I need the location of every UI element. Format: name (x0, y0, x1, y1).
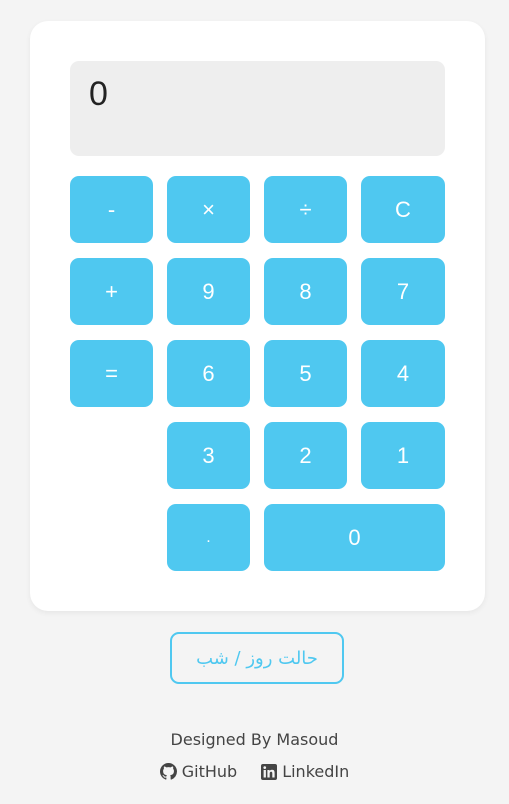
linkedin-link[interactable]: LinkedIn (261, 762, 349, 781)
equals-button[interactable]: = (70, 340, 153, 407)
linkedin-link-label: LinkedIn (282, 762, 350, 781)
github-link[interactable]: GitHub (159, 762, 238, 781)
digit-0-button[interactable]: 0 (264, 504, 445, 571)
digit-5-button[interactable]: 5 (264, 340, 347, 407)
multiply-button[interactable]: × (167, 176, 250, 243)
calculator-card: 0 - × ÷ C + 9 8 7 = 6 5 4 3 2 1 . 0 (30, 21, 485, 611)
github-icon (159, 763, 177, 780)
minus-button[interactable]: - (70, 176, 153, 243)
digit-1-button[interactable]: 1 (361, 422, 445, 489)
day-night-toggle-button[interactable]: حالت روز / شب (170, 632, 344, 684)
designer-credit: Designed By Masoud (170, 730, 339, 749)
calculator-display: 0 (70, 61, 445, 156)
linkedin-icon (261, 763, 278, 780)
digit-9-button[interactable]: 9 (167, 258, 250, 325)
decimal-point-button[interactable]: . (167, 504, 250, 571)
footer-links: GitHub LinkedIn (0, 762, 509, 781)
digit-6-button[interactable]: 6 (167, 340, 250, 407)
digit-7-button[interactable]: 7 (361, 258, 445, 325)
digit-4-button[interactable]: 4 (361, 340, 445, 407)
digit-2-button[interactable]: 2 (264, 422, 347, 489)
divide-button[interactable]: ÷ (264, 176, 347, 243)
plus-button[interactable]: + (70, 258, 153, 325)
clear-button[interactable]: C (361, 176, 445, 243)
display-value: 0 (89, 75, 108, 113)
github-link-label: GitHub (181, 762, 238, 781)
digit-8-button[interactable]: 8 (264, 258, 347, 325)
digit-3-button[interactable]: 3 (167, 422, 250, 489)
